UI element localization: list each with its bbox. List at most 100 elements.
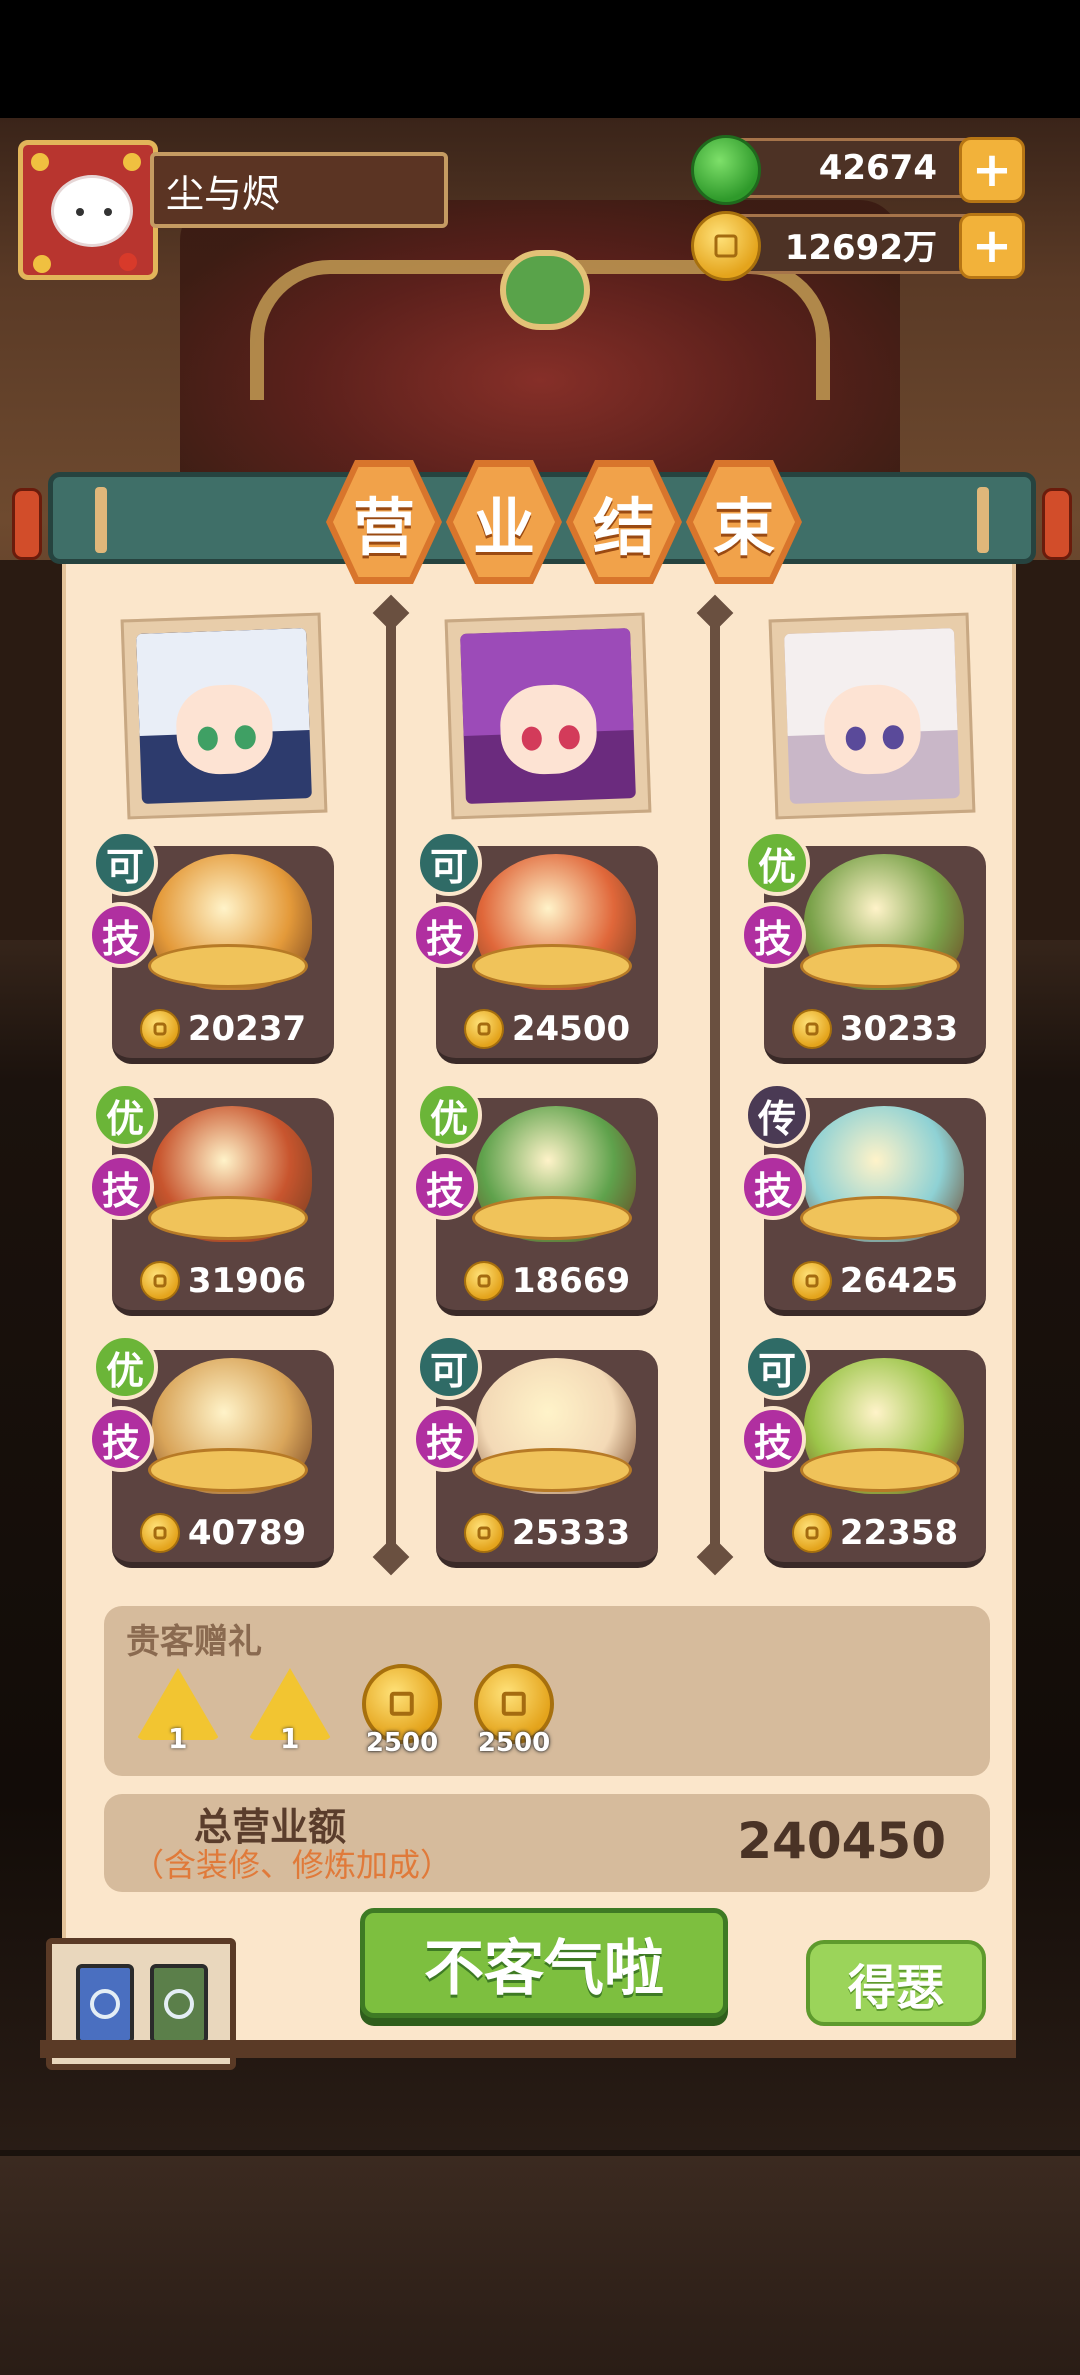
controller-left-icon[interactable] bbox=[76, 1964, 134, 2044]
dish-price: 18669 bbox=[436, 1256, 658, 1306]
panel-base bbox=[40, 2040, 1016, 2058]
coin-icon bbox=[139, 1513, 180, 1553]
chef-portrait[interactable] bbox=[768, 612, 976, 820]
gift-section: 贵客赠礼 1 1 2500 2500 bbox=[104, 1606, 990, 1776]
title-char: 业 bbox=[472, 491, 535, 564]
coin-icon bbox=[463, 1261, 504, 1301]
dish-price: 30233 bbox=[764, 1004, 986, 1054]
price-value: 31906 bbox=[187, 1261, 307, 1301]
scroll-cap-left bbox=[12, 488, 42, 560]
left-decor bbox=[0, 560, 70, 940]
gem-icon bbox=[691, 135, 761, 205]
add-gems-button[interactable]: + bbox=[959, 137, 1025, 203]
price-value: 25333 bbox=[511, 1513, 631, 1553]
coin-icon bbox=[791, 1513, 832, 1553]
chef-face bbox=[460, 628, 636, 804]
coin-icon bbox=[463, 1009, 504, 1049]
gift-count: 2500 bbox=[477, 1728, 551, 1758]
column-divider bbox=[386, 620, 396, 1550]
controller-right-icon[interactable] bbox=[150, 1964, 208, 2044]
coin-icon bbox=[139, 1009, 180, 1049]
skill-badge: 技 bbox=[412, 1154, 478, 1220]
skill-badge: 技 bbox=[88, 1406, 154, 1472]
plate bbox=[148, 944, 308, 988]
title-char: 束 bbox=[712, 491, 775, 564]
price-value: 20237 bbox=[187, 1009, 307, 1049]
coin-amount: 12692万 bbox=[784, 227, 937, 268]
price-value: 26425 bbox=[839, 1261, 959, 1301]
coin-counter: 12692万 + bbox=[691, 211, 1025, 281]
gift-count: 1 bbox=[280, 1722, 300, 1755]
chef-face bbox=[136, 628, 312, 804]
page-title: 营 业 结 束 bbox=[326, 460, 802, 584]
grade-badge: 优 bbox=[92, 1334, 158, 1400]
skill-badge: 技 bbox=[740, 1154, 806, 1220]
player-avatar[interactable] bbox=[18, 140, 158, 280]
gift-token[interactable]: 1 bbox=[242, 1658, 338, 1758]
dish-price: 26425 bbox=[764, 1256, 986, 1306]
gem-amount: 42674 bbox=[818, 148, 937, 188]
floor bbox=[0, 2150, 1080, 2375]
dish-price: 24500 bbox=[436, 1004, 658, 1054]
grade-badge: 可 bbox=[744, 1334, 810, 1400]
total-value: 240450 bbox=[737, 1812, 946, 1870]
confirm-button[interactable]: 不客气啦 bbox=[360, 1908, 728, 2018]
grade-badge: 优 bbox=[744, 830, 810, 896]
dish-price: 31906 bbox=[112, 1256, 334, 1306]
plate bbox=[472, 1448, 632, 1492]
gift-count: 1 bbox=[168, 1722, 188, 1755]
price-value: 30233 bbox=[839, 1009, 959, 1049]
plate bbox=[800, 1196, 960, 1240]
skill-badge: 技 bbox=[88, 1154, 154, 1220]
column-divider bbox=[710, 620, 720, 1550]
title-char: 结 bbox=[592, 491, 655, 564]
dish-price: 20237 bbox=[112, 1004, 334, 1054]
dish-price: 25333 bbox=[436, 1508, 658, 1558]
total-subtitle: （含装修、修炼加成） bbox=[132, 1846, 453, 1884]
coin-icon bbox=[463, 1513, 504, 1553]
grade-badge: 优 bbox=[416, 1082, 482, 1148]
price-value: 22358 bbox=[839, 1513, 959, 1553]
gift-count: 2500 bbox=[365, 1728, 439, 1758]
gift-title: 贵客赠礼 bbox=[126, 1622, 262, 1662]
coin-icon bbox=[791, 1009, 832, 1049]
cat-avatar-icon bbox=[51, 175, 133, 247]
plate bbox=[800, 944, 960, 988]
chef-portrait[interactable] bbox=[444, 612, 652, 820]
skill-badge: 技 bbox=[740, 1406, 806, 1472]
dish-price: 22358 bbox=[764, 1508, 986, 1558]
grade-badge: 可 bbox=[92, 830, 158, 896]
title-char: 营 bbox=[352, 491, 415, 564]
skill-badge: 技 bbox=[412, 1406, 478, 1472]
scroll-cap-right bbox=[1042, 488, 1072, 560]
grade-badge: 可 bbox=[416, 1334, 482, 1400]
pig-emblem-icon bbox=[500, 250, 590, 330]
plate bbox=[148, 1196, 308, 1240]
coin-icon bbox=[791, 1261, 832, 1301]
skill-badge: 技 bbox=[88, 902, 154, 968]
price-value: 24500 bbox=[511, 1009, 631, 1049]
plate bbox=[472, 944, 632, 988]
price-value: 18669 bbox=[511, 1261, 631, 1301]
gift-coin[interactable]: 2500 bbox=[354, 1658, 450, 1758]
add-coins-button[interactable]: + bbox=[959, 213, 1025, 279]
plate bbox=[800, 1448, 960, 1492]
chef-portrait[interactable] bbox=[120, 612, 328, 820]
player-name: 尘与烬 bbox=[150, 152, 448, 228]
skill-badge: 技 bbox=[412, 902, 478, 968]
grade-badge: 优 bbox=[92, 1082, 158, 1148]
gift-token[interactable]: 1 bbox=[130, 1658, 226, 1758]
skill-badge: 技 bbox=[740, 902, 806, 968]
share-button[interactable]: 得瑟 bbox=[806, 1940, 986, 2026]
gem-counter: 42674 + bbox=[691, 135, 1025, 205]
gift-coin[interactable]: 2500 bbox=[466, 1658, 562, 1758]
chef-face bbox=[784, 628, 960, 804]
grade-badge: 可 bbox=[416, 830, 482, 896]
coin-icon bbox=[139, 1261, 180, 1301]
price-value: 40789 bbox=[187, 1513, 307, 1553]
dish-price: 40789 bbox=[112, 1508, 334, 1558]
coin-icon bbox=[691, 211, 761, 281]
plate bbox=[472, 1196, 632, 1240]
right-decor bbox=[1010, 560, 1080, 940]
grade-badge: 传 bbox=[744, 1082, 810, 1148]
